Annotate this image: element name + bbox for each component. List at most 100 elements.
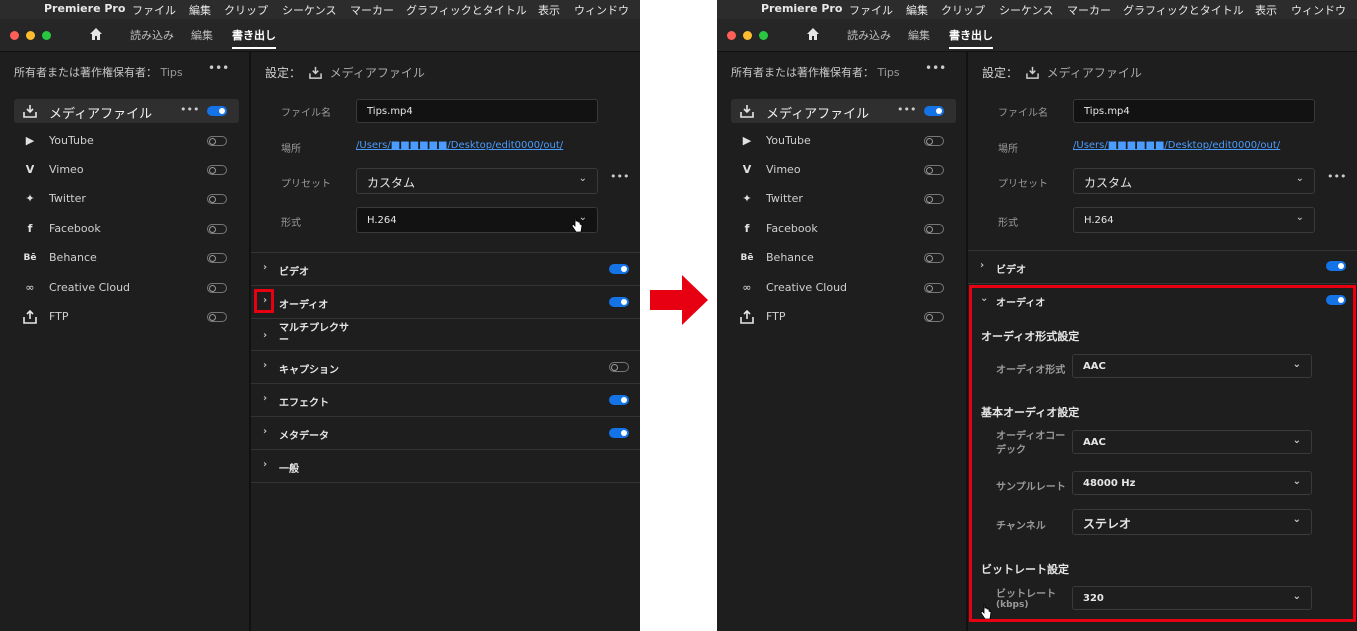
preset-select[interactable]: カスタム ⌄ [356,168,598,194]
tab-edit[interactable]: 編集 [908,27,930,43]
menu-view[interactable]: 表示 [1255,2,1277,18]
caption-toggle[interactable] [609,362,629,372]
menu-graphics[interactable]: グラフィックとタイトル [1123,2,1244,18]
menu-clip[interactable]: クリップ [941,2,985,18]
zoom-window-button[interactable] [759,31,768,40]
menu-file[interactable]: ファイル [132,2,176,18]
audio-toggle[interactable] [609,297,629,307]
tab-edit[interactable]: 編集 [191,27,213,43]
sidebar-item-creative-cloud[interactable]: ∞ Creative Cloud [731,276,956,300]
section-general[interactable]: › 一般 [251,449,640,483]
close-window-button[interactable] [10,31,19,40]
video-toggle[interactable] [609,264,629,274]
facebook-toggle[interactable] [924,224,944,234]
media-file-toggle[interactable] [924,106,944,116]
creative-cloud-toggle[interactable] [207,283,227,293]
sidebar-item-behance[interactable]: Bē Behance [14,246,239,270]
menu-marker[interactable]: マーカー [350,2,394,18]
preset-select[interactable]: カスタム ⌄ [1073,168,1315,194]
youtube-toggle[interactable] [207,136,227,146]
youtube-toggle[interactable] [924,136,944,146]
media-file-more-icon[interactable]: ••• [897,103,916,116]
sidebar-item-facebook[interactable]: f Facebook [14,217,239,241]
menu-sequence[interactable]: シーケンス [282,2,336,18]
minimize-window-button[interactable] [743,31,752,40]
chevron-right-icon[interactable]: › [263,393,267,404]
twitter-toggle[interactable] [924,194,944,204]
tab-export[interactable]: 書き出し [949,27,993,49]
section-video[interactable]: › ビデオ [968,250,1357,283]
home-icon[interactable] [89,27,103,41]
tab-import[interactable]: 読み込み [847,27,891,43]
owner-value[interactable]: Tips [161,66,183,79]
format-select[interactable]: H.264 ⌄ [1073,207,1315,233]
sidebar-item-vimeo[interactable]: V Vimeo [14,158,239,182]
sidebar-item-ftp[interactable]: FTP [14,305,239,329]
minimize-window-button[interactable] [26,31,35,40]
location-link[interactable]: /Users/■■■■■■/Desktop/edit0000/out/ [1073,140,1280,151]
sidebar-item-youtube[interactable]: ▶ YouTube [14,129,239,153]
menu-window[interactable]: ウィンドウ [1291,2,1346,18]
facebook-toggle[interactable] [207,224,227,234]
sidebar-item-behance[interactable]: Bē Behance [731,246,956,270]
sidebar-item-media-file[interactable]: メディアファイル ••• [14,99,239,123]
metadata-toggle[interactable] [609,428,629,438]
tab-export[interactable]: 書き出し [232,27,276,49]
sidebar-item-media-file[interactable]: メディアファイル ••• [731,99,956,123]
behance-toggle[interactable] [924,253,944,263]
menu-edit[interactable]: 編集 [189,2,211,18]
menu-window[interactable]: ウィンドウ [574,2,629,18]
sidebar-item-youtube[interactable]: ▶ YouTube [731,129,956,153]
section-multiplexer[interactable]: › マルチプレクサー [251,318,640,350]
ftp-toggle[interactable] [924,312,944,322]
vimeo-toggle[interactable] [207,165,227,175]
menu-view[interactable]: 表示 [538,2,560,18]
owner-value[interactable]: Tips [878,66,900,79]
media-file-more-icon[interactable]: ••• [180,103,199,116]
menu-edit[interactable]: 編集 [906,2,928,18]
app-menu[interactable]: Premiere Pro [44,2,125,15]
section-video[interactable]: › ビデオ [251,252,640,285]
preset-more-icon[interactable]: ••• [610,170,629,183]
twitter-toggle[interactable] [207,194,227,204]
app-menu[interactable]: Premiere Pro [761,2,842,15]
chevron-right-icon[interactable]: › [263,426,267,437]
menu-file[interactable]: ファイル [849,2,893,18]
section-caption[interactable]: › キャプション [251,350,640,383]
sidebar-item-ftp[interactable]: FTP [731,305,956,329]
menu-marker[interactable]: マーカー [1067,2,1111,18]
chevron-right-icon[interactable]: › [980,260,984,271]
section-effects[interactable]: › エフェクト [251,383,640,416]
creative-cloud-toggle[interactable] [924,283,944,293]
menu-graphics[interactable]: グラフィックとタイトル [406,2,527,18]
sidebar-item-facebook[interactable]: f Facebook [731,217,956,241]
ftp-toggle[interactable] [207,312,227,322]
home-icon[interactable] [806,27,820,41]
location-link[interactable]: /Users/■■■■■■/Desktop/edit0000/out/ [356,140,563,151]
effects-toggle[interactable] [609,395,629,405]
tab-import[interactable]: 読み込み [130,27,174,43]
sidebar-item-creative-cloud[interactable]: ∞ Creative Cloud [14,276,239,300]
sidebar-item-twitter[interactable]: ✦ Twitter [731,187,956,211]
menu-clip[interactable]: クリップ [224,2,268,18]
section-audio[interactable]: › オーディオ [251,285,640,318]
chevron-right-icon[interactable]: › [263,360,267,371]
chevron-right-icon[interactable]: › [263,262,267,273]
preset-more-icon[interactable]: ••• [1327,170,1346,183]
menu-sequence[interactable]: シーケンス [999,2,1053,18]
more-icon[interactable]: ••• [925,61,946,75]
sidebar-item-vimeo[interactable]: V Vimeo [731,158,956,182]
zoom-window-button[interactable] [42,31,51,40]
filename-input[interactable]: Tips.mp4 [356,99,598,123]
media-file-toggle[interactable] [207,106,227,116]
video-toggle[interactable] [1326,261,1346,271]
close-window-button[interactable] [727,31,736,40]
behance-toggle[interactable] [207,253,227,263]
section-metadata[interactable]: › メタデータ [251,416,640,449]
chevron-right-icon[interactable]: › [263,330,267,341]
vimeo-toggle[interactable] [924,165,944,175]
more-icon[interactable]: ••• [208,61,229,75]
chevron-right-icon[interactable]: › [263,459,267,470]
sidebar-item-twitter[interactable]: ✦ Twitter [14,187,239,211]
filename-input[interactable]: Tips.mp4 [1073,99,1315,123]
